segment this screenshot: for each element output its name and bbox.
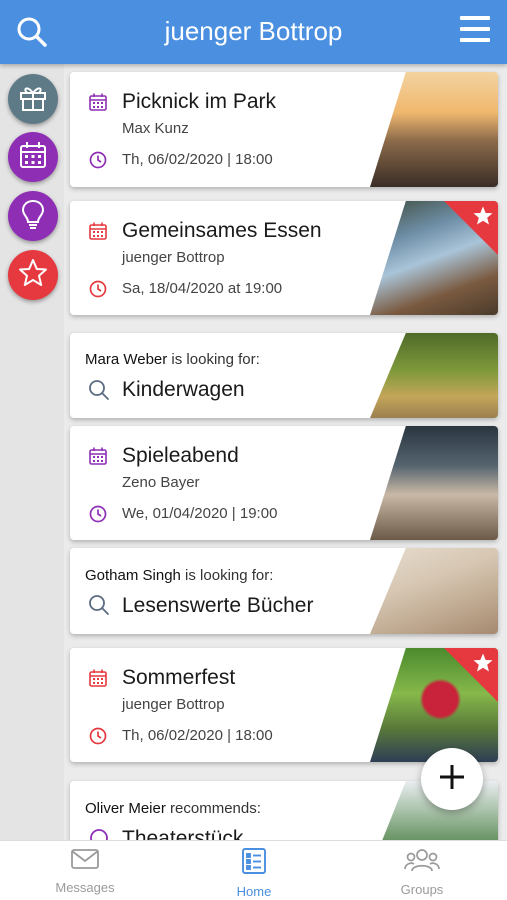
looking-for-line: Mara Weber is looking for: bbox=[85, 351, 260, 368]
calendar-icon bbox=[88, 92, 108, 112]
looking-for-line: Gotham Singh is looking for: bbox=[85, 567, 273, 584]
clock-icon bbox=[88, 504, 108, 524]
recommends-label: recommends: bbox=[165, 800, 261, 817]
person-name: Mara Weber bbox=[85, 351, 168, 368]
ideas-category-button[interactable] bbox=[8, 191, 58, 241]
gift-category-button[interactable] bbox=[8, 74, 58, 124]
clock-icon bbox=[88, 150, 108, 170]
looking-for-card[interactable]: Gotham Singh is looking for: Lesenswerte… bbox=[70, 548, 498, 634]
top-app-bar: juenger Bottrop bbox=[0, 0, 507, 64]
calendar-icon bbox=[18, 140, 48, 175]
event-title: Gemeinsames Essen bbox=[122, 219, 322, 242]
tab-messages[interactable]: Messages bbox=[25, 847, 145, 895]
tab-home[interactable]: Home bbox=[194, 847, 314, 899]
looking-for-title: Kinderwagen bbox=[122, 378, 245, 401]
gift-icon bbox=[17, 81, 49, 118]
event-image-chess bbox=[370, 426, 498, 540]
looking-for-title: Lesenswerte Bücher bbox=[122, 594, 314, 617]
calendar-icon bbox=[88, 221, 108, 241]
person-name: Gotham Singh bbox=[85, 567, 181, 584]
events-category-button[interactable] bbox=[8, 132, 58, 182]
event-card[interactable]: Picknick im Park Max Kunz Th, 06/02/2020… bbox=[70, 72, 498, 187]
app-title: juenger Bottrop bbox=[164, 16, 343, 46]
event-date: Sa, 18/04/2020 at 19:00 bbox=[122, 280, 283, 297]
event-organizer: juenger Bottrop bbox=[122, 249, 225, 266]
event-date: Th, 06/02/2020 | 18:00 bbox=[122, 151, 273, 168]
event-title: Spieleabend bbox=[122, 444, 239, 467]
calendar-icon bbox=[88, 446, 108, 466]
recommends-line: Oliver Meier recommends: bbox=[85, 800, 261, 817]
person-name: Oliver Meier bbox=[85, 800, 166, 817]
event-date: Th, 06/02/2020 | 18:00 bbox=[122, 727, 273, 744]
tab-label: Messages bbox=[55, 880, 115, 895]
favorites-category-button[interactable] bbox=[8, 250, 58, 300]
category-sidebar bbox=[0, 64, 64, 840]
clock-icon bbox=[88, 279, 108, 299]
envelope-icon bbox=[70, 849, 100, 875]
add-button[interactable] bbox=[421, 748, 483, 810]
event-organizer: Max Kunz bbox=[122, 120, 189, 137]
tab-label: Home bbox=[236, 884, 272, 899]
clock-icon bbox=[88, 726, 108, 746]
event-organizer: juenger Bottrop bbox=[122, 696, 225, 713]
looking-for-label: is looking for: bbox=[180, 567, 274, 584]
event-card[interactable]: Gemeinsames Essen juenger Bottrop Sa, 18… bbox=[70, 201, 498, 315]
plus-icon bbox=[437, 762, 467, 797]
hamburger-menu-icon[interactable] bbox=[459, 14, 491, 44]
theater-icon bbox=[88, 827, 108, 840]
event-organizer: Zeno Bayer bbox=[122, 474, 200, 491]
people-icon bbox=[404, 849, 440, 877]
list-icon bbox=[241, 848, 267, 879]
magnifier-icon bbox=[88, 379, 109, 400]
lightbulb-icon bbox=[18, 198, 48, 235]
event-title: Sommerfest bbox=[122, 666, 236, 689]
event-image-picnic bbox=[370, 72, 498, 187]
star-icon bbox=[17, 257, 49, 294]
event-card[interactable]: Sommerfest juenger Bottrop Th, 06/02/202… bbox=[70, 648, 498, 762]
looking-for-label: is looking for: bbox=[167, 351, 260, 368]
event-card[interactable]: Spieleabend Zeno Bayer We, 01/04/2020 | … bbox=[70, 426, 498, 540]
recommendation-title: Theaterstück bbox=[122, 827, 244, 840]
event-title: Picknick im Park bbox=[122, 90, 277, 113]
looking-for-card[interactable]: Mara Weber is looking for: Kinderwagen bbox=[70, 333, 498, 418]
tab-label: Groups bbox=[400, 882, 444, 897]
image-book-pages bbox=[370, 548, 498, 634]
tab-groups[interactable]: Groups bbox=[362, 847, 482, 897]
event-date: We, 01/04/2020 | 19:00 bbox=[122, 505, 278, 522]
image-park-walk bbox=[370, 333, 498, 418]
calendar-icon bbox=[88, 668, 108, 688]
magnifier-icon bbox=[88, 594, 109, 615]
feed-list[interactable]: Picknick im Park Max Kunz Th, 06/02/2020… bbox=[0, 64, 507, 840]
bottom-navigation: Messages Home Groups bbox=[0, 840, 507, 900]
